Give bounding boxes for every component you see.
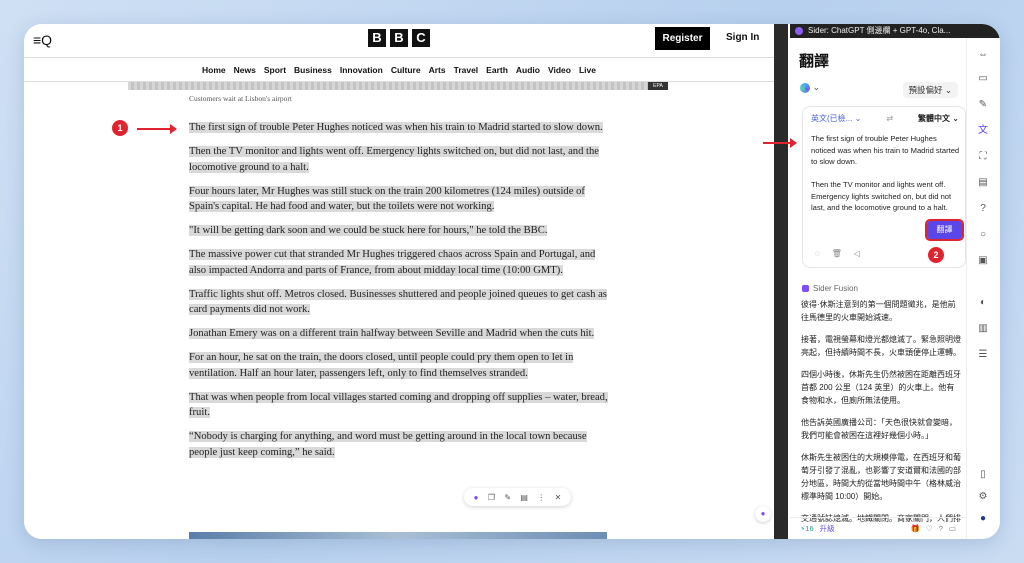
article-paragraph: Then the TV monitor and lights went off.…: [189, 146, 599, 173]
sider-footer: ⚡16 升級 🎁 ♡ ? ▭: [790, 517, 966, 539]
article-photo: EPA: [128, 82, 668, 90]
result-paragraph: 接著，電視螢幕和燈光都熄滅了。緊急照明燈亮起，但持續時間不長，火車頭便停止運轉。: [801, 335, 961, 357]
nav-item-earth[interactable]: Earth: [486, 65, 508, 75]
trash-icon[interactable]: 🗑: [832, 249, 842, 258]
nav-item-innovation[interactable]: Innovation: [340, 65, 383, 75]
layers-icon[interactable]: ☰: [976, 348, 990, 362]
close-icon[interactable]: ✕: [555, 493, 562, 502]
sider-rail: ⇔ ▭ ✎ 文 ⛶ ▤ ? ○ ▣ ◐ ▥ ☰ ▯ ⚙ ●: [966, 38, 1000, 539]
credits-count: ⚡16: [800, 524, 814, 533]
preferences-label: 預設偏好: [908, 85, 943, 95]
article-paragraph: Four hours later, Mr Hughes was still st…: [189, 185, 585, 212]
settings-icon[interactable]: ⚙: [976, 490, 990, 504]
engine-label: Sider Fusion: [802, 284, 858, 293]
bbc-article-page: ≡Q B B C Register Sign In Home News Spor…: [24, 24, 774, 539]
sider-window-title: Sider: ChatGPT 側邊欄 + GPT-4o, Cla...: [790, 24, 1000, 38]
logo-letter: B: [390, 29, 408, 47]
palette-icon[interactable]: ◐: [976, 296, 990, 310]
chat-icon[interactable]: ▭: [976, 72, 990, 86]
toolbox-icon[interactable]: ▣: [976, 254, 990, 268]
nav-item-news[interactable]: News: [234, 65, 256, 75]
more-icon[interactable]: ⋮: [537, 493, 545, 502]
step-marker-2: 2: [928, 247, 944, 263]
result-paragraph: 他告訴英國廣播公司：「天色很快就會變暗，我們可能會被困在這裡好幾個小時。」: [801, 418, 957, 440]
save-icon[interactable]: ▤: [520, 493, 528, 502]
register-button[interactable]: Register: [655, 27, 710, 50]
input-actions: ◌ 🗑 ◁: [815, 249, 860, 258]
logo-letter: C: [412, 29, 430, 47]
expand-icon[interactable]: ⇔: [976, 48, 990, 62]
lightbulb-icon[interactable]: ◌: [815, 249, 820, 258]
write-icon[interactable]: ✎: [976, 98, 990, 112]
heart-icon[interactable]: ♡: [926, 524, 933, 533]
preferences-dropdown[interactable]: 預設偏好 ⌄: [902, 82, 958, 98]
nav-item-travel[interactable]: Travel: [454, 65, 479, 75]
selection-toolbar: ● ❐ ✎ ▤ ⋮ ✕: [464, 488, 571, 506]
nav-item-audio[interactable]: Audio: [516, 65, 540, 75]
nav-item-home[interactable]: Home: [202, 65, 226, 75]
sider-logo-icon[interactable]: ●: [474, 493, 479, 502]
scan-icon[interactable]: ⛶: [976, 150, 990, 164]
phone-icon[interactable]: ▯: [976, 468, 990, 482]
app-window: ≡Q B B C Register Sign In Home News Spor…: [24, 24, 1000, 539]
result-paragraph: 休斯先生被困住的大規模停電，在西班牙和葡萄牙引發了混亂，也影響了安道爾和法國的部…: [801, 453, 961, 501]
model-icon: [800, 82, 810, 93]
article-paragraph: Jonathan Emery was on a different train …: [189, 328, 595, 339]
article-paragraph: The first sign of trouble Peter Hughes n…: [189, 122, 603, 133]
article-paragraph: For an hour, he sat on the train, the do…: [189, 352, 574, 379]
panel-heading: 翻譯: [799, 53, 830, 70]
translation-result: 彼得·休斯注意到的第一個問題徵兆，是他前往馬德里的火車開始減速。 接著，電視螢幕…: [801, 298, 961, 523]
gift-icon[interactable]: 🎁: [911, 524, 920, 533]
article-body: The first sign of trouble Peter Hughes n…: [189, 120, 609, 469]
article-paragraph: The massive power cut that stranded Mr H…: [189, 249, 596, 276]
article-paragraph: "It will be getting dark soon and we cou…: [189, 225, 548, 236]
nav-item-live[interactable]: Live: [579, 65, 596, 75]
bbc-logo[interactable]: B B C: [368, 29, 430, 47]
translate-button[interactable]: 翻譯: [925, 219, 964, 241]
article-paragraph: That was when people from local villages…: [189, 391, 608, 418]
target-language-select[interactable]: 繁體中文 ⌄: [918, 113, 959, 124]
language-bar: 英文(已檢... ⌄ ⇄ 繁體中文 ⌄: [803, 107, 967, 129]
swap-languages-icon[interactable]: ⇄: [886, 114, 893, 123]
highlight-icon[interactable]: ✎: [504, 493, 511, 502]
help-icon[interactable]: ?: [939, 524, 943, 533]
pdf-icon[interactable]: ▥: [976, 322, 990, 336]
source-language-select[interactable]: 英文(已檢... ⌄: [811, 113, 861, 124]
clipboard-icon[interactable]: ▤: [976, 176, 990, 190]
upgrade-link[interactable]: 升級: [820, 523, 835, 534]
article-image: [189, 532, 607, 539]
search-icon[interactable]: ○: [976, 228, 990, 242]
logo-letter: B: [368, 29, 386, 47]
speaker-icon[interactable]: ◁: [854, 249, 860, 258]
nav-item-sport[interactable]: Sport: [264, 65, 286, 75]
menu-search-icon[interactable]: ≡Q: [33, 32, 52, 48]
result-paragraph: 四個小時後，休斯先生仍然被困在距離西班牙首都 200 公里（124 英里）的火車…: [801, 370, 961, 405]
sign-in-link[interactable]: Sign In: [726, 32, 759, 43]
result-paragraph: 彼得·休斯注意到的第一個問題徵兆，是他前往馬德里的火車開始減速。: [801, 300, 956, 322]
step-marker-1: 1: [112, 120, 128, 136]
question-icon[interactable]: ?: [976, 202, 990, 216]
article-paragraph: Traffic lights shut off. Metros closed. …: [189, 288, 607, 315]
translate-icon[interactable]: 文: [976, 124, 990, 138]
main-nav: Home News Sport Business Innovation Cult…: [24, 57, 774, 82]
chat-icon[interactable]: ▭: [949, 524, 956, 533]
avatar[interactable]: ●: [976, 512, 990, 526]
sider-fab-icon[interactable]: ●: [755, 506, 771, 522]
arrow-icon: [137, 124, 177, 134]
nav-item-business[interactable]: Business: [294, 65, 332, 75]
photo-credit: EPA: [648, 82, 668, 90]
nav-item-video[interactable]: Video: [548, 65, 571, 75]
nav-item-arts[interactable]: Arts: [429, 65, 446, 75]
copy-icon[interactable]: ❐: [488, 493, 495, 502]
article-paragraph: “Nobody is charging for anything, and wo…: [189, 431, 587, 458]
model-selector[interactable]: ⌄: [800, 82, 820, 93]
panel-divider[interactable]: [774, 24, 788, 539]
footer-actions: 🎁 ♡ ? ▭: [911, 524, 956, 533]
bbc-header: ≡Q B B C Register Sign In: [24, 24, 774, 57]
photo-caption: Customers wait at Lisbon's airport: [189, 94, 293, 103]
arrow-icon: [763, 138, 797, 148]
nav-item-culture[interactable]: Culture: [391, 65, 421, 75]
sider-panel: 翻譯 ⌄ 預設偏好 ⌄ 英文(已檢... ⌄ ⇄ 繁體中文 ⌄ The firs…: [790, 38, 966, 539]
translate-input-box: 英文(已檢... ⌄ ⇄ 繁體中文 ⌄ The first sign of tr…: [802, 106, 966, 268]
